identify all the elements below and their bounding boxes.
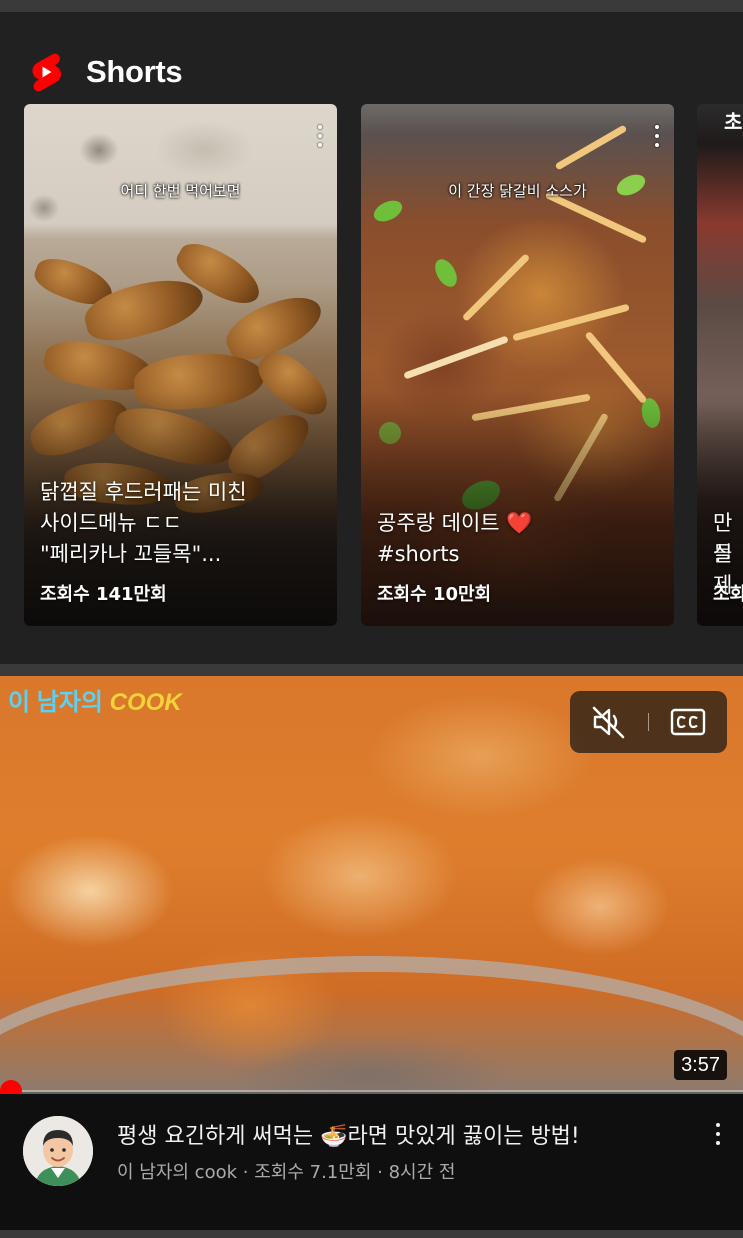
video-duration-badge: 3:57 <box>674 1050 727 1080</box>
mute-button[interactable] <box>570 691 648 753</box>
video-more-options-icon[interactable] <box>714 1122 722 1146</box>
short-card-3[interactable]: 초 만들 실제 조회 <box>697 104 743 626</box>
top-separator <box>0 0 743 12</box>
short-overlay-caption: 초 <box>724 110 743 134</box>
shelf-title: Shorts <box>86 54 183 89</box>
short-card-1[interactable]: 어디 한번 먹어보면 닭껍질 후드러패는 미친 사이드메뉴 ㄷㄷ "페리카나 꼬… <box>24 104 337 626</box>
short-title-line: #shorts <box>377 542 460 566</box>
bottom-separator <box>0 1230 743 1238</box>
short-title-line: 공주랑 데이트 ❤️ <box>377 511 533 535</box>
short-title-line: "페리카나 꼬들목"... <box>40 542 222 566</box>
short-more-options-icon[interactable] <box>654 124 660 148</box>
short-title-line: 사이드메뉴 ㄷㄷ <box>40 511 182 535</box>
volume-off-icon <box>592 706 625 739</box>
channel-watermark: 이 남자의 COOK <box>8 689 182 716</box>
video-view-count: 조회수 7.1만회 <box>254 1162 372 1183</box>
video-age: 8시간 전 <box>388 1162 456 1183</box>
short-view-count: 조회수 10만회 <box>377 584 492 605</box>
channel-name[interactable]: 이 남자의 cook <box>117 1162 237 1183</box>
short-title-line: 닭껍질 후드러패는 미친 <box>40 480 247 504</box>
short-card-2[interactable]: 이 간장 닭갈비 소스가 공주랑 데이트 ❤️ #shorts 조회수 10만회 <box>361 104 674 626</box>
short-view-count: 조회 <box>713 584 743 605</box>
channel-avatar[interactable] <box>23 1116 93 1186</box>
video-subtitle: 이 남자의 cook · 조회수 7.1만회 · 8시간 전 <box>117 1162 456 1183</box>
short-overlay-caption: 이 간장 닭갈비 소스가 <box>448 182 587 200</box>
short-view-count: 조회수 141만회 <box>40 584 167 605</box>
closed-captions-icon <box>670 708 706 736</box>
video-title[interactable]: 평생 요긴하게 써먹는 🍜라면 맛있게 끓이는 방법! <box>117 1118 580 1150</box>
video-player[interactable]: 이 남자의 COOK 3:57 <box>0 676 743 1092</box>
section-divider <box>0 664 743 676</box>
player-controls <box>570 691 727 753</box>
captions-button[interactable] <box>649 691 727 753</box>
shorts-logo-icon <box>28 51 64 93</box>
shorts-shelf-header: Shorts <box>28 50 183 94</box>
video-metadata[interactable]: 평생 요긴하게 써먹는 🍜라면 맛있게 끓이는 방법! 이 남자의 cook ·… <box>0 1094 743 1238</box>
short-overlay-caption: 어디 한번 먹어보면 <box>120 182 241 200</box>
short-more-options-icon[interactable] <box>317 124 323 148</box>
